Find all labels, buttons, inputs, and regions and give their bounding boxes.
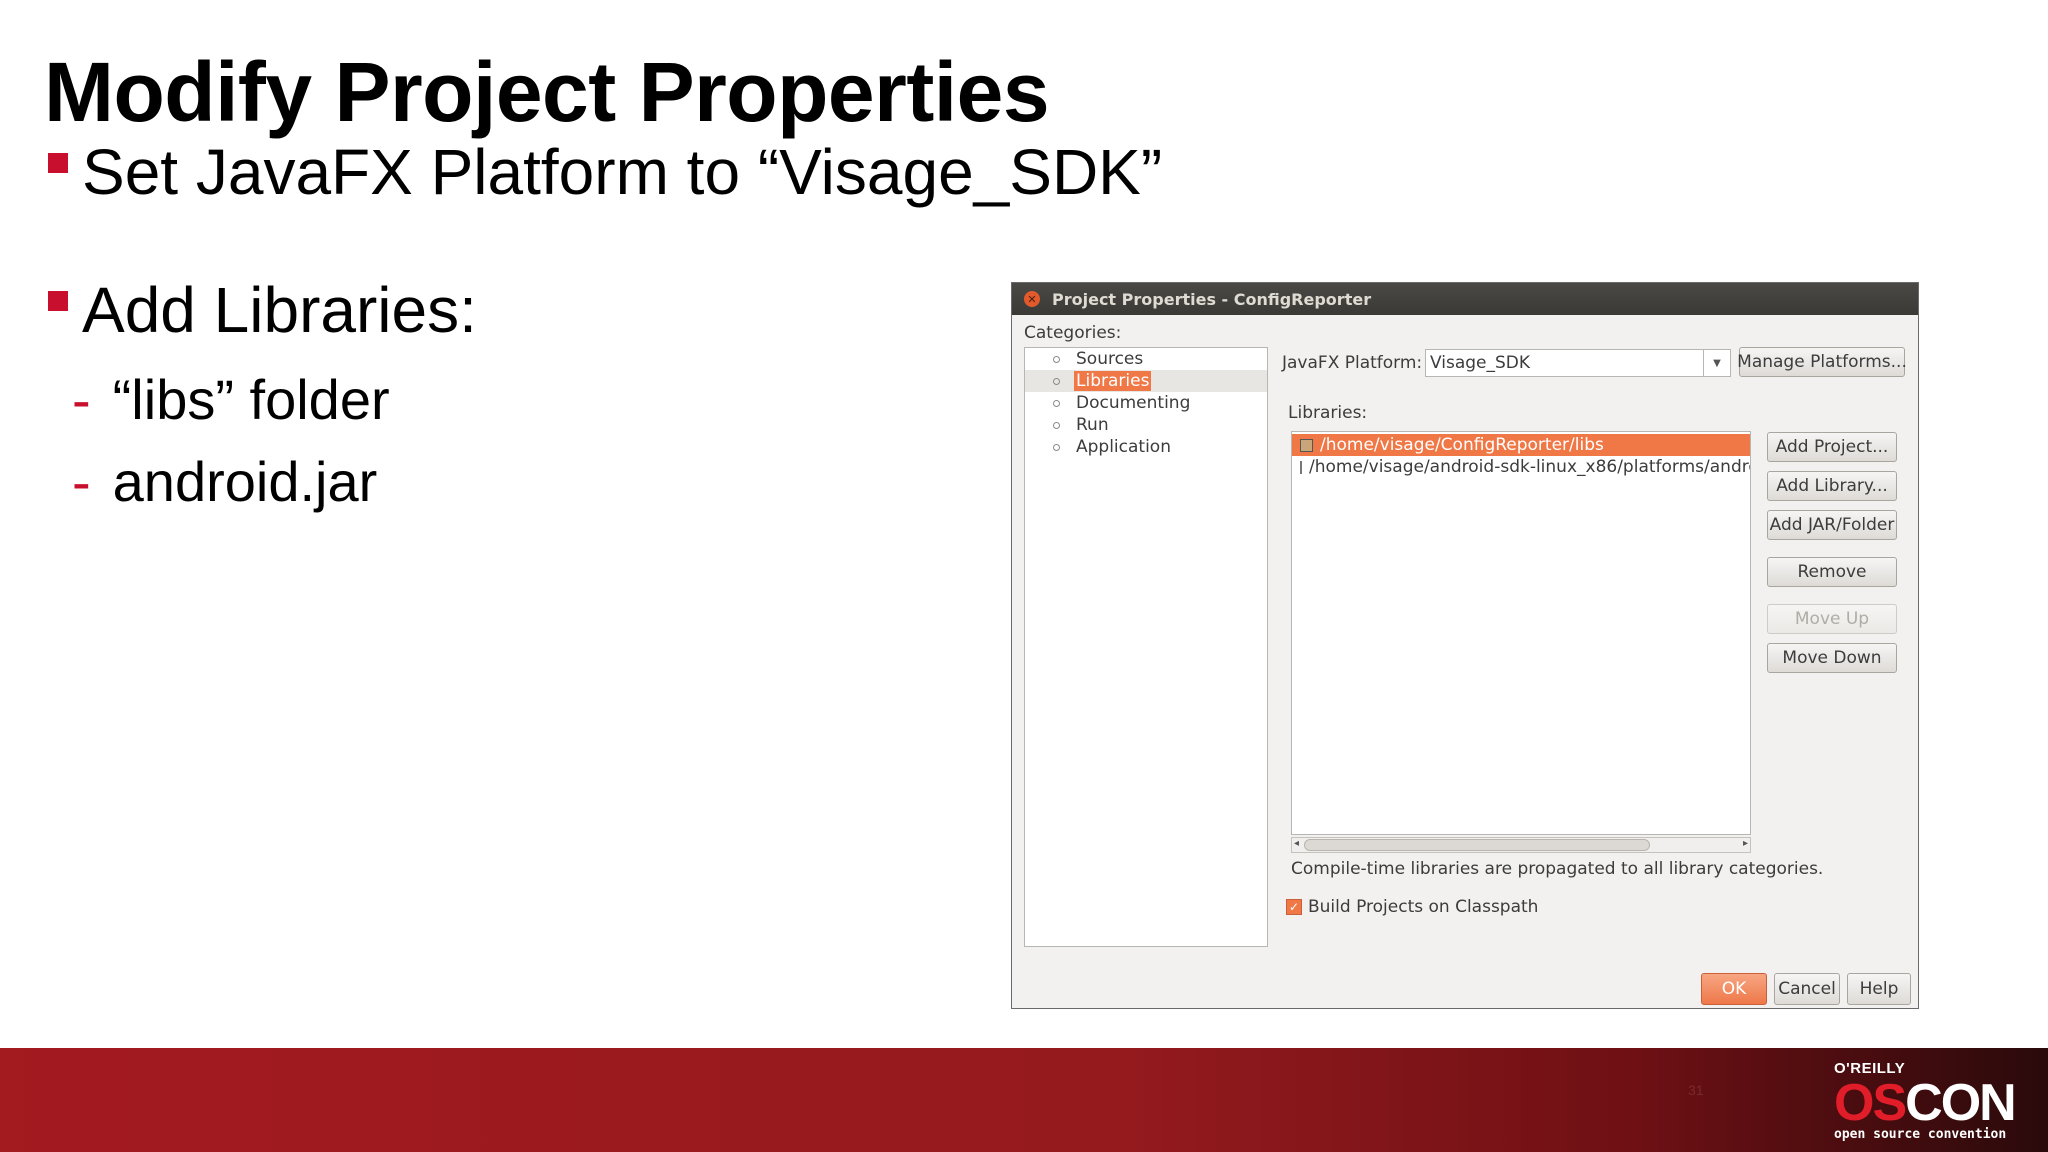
ok-button[interactable]: OK	[1701, 973, 1767, 1005]
category-application[interactable]: Application	[1025, 436, 1267, 458]
categories-label: Categories:	[1024, 323, 1122, 343]
dialog-titlebar[interactable]: ✕ Project Properties - ConfigReporter	[1012, 283, 1918, 315]
libraries-list[interactable]: /home/visage/ConfigReporter/libs /home/v…	[1291, 431, 1751, 835]
dash-icon: -	[72, 368, 91, 431]
add-jar-folder-button[interactable]: Add JAR/Folder	[1767, 510, 1897, 540]
bullet-text: Add Libraries:	[82, 274, 477, 346]
close-icon[interactable]: ✕	[1024, 291, 1040, 307]
remove-button[interactable]: Remove	[1767, 557, 1897, 587]
library-row-libs[interactable]: /home/visage/ConfigReporter/libs	[1292, 434, 1750, 456]
cancel-button[interactable]: Cancel	[1774, 973, 1840, 1005]
sub-bullet-jar: - android.jar	[72, 454, 377, 510]
oscon-con: CON	[1905, 1074, 2017, 1132]
sub-bullet-libs: - “libs” folder	[72, 372, 390, 428]
move-up-button[interactable]: Move Up	[1767, 604, 1897, 634]
library-path: /home/visage/ConfigReporter/libs	[1320, 435, 1604, 455]
bullet-icon	[1053, 377, 1060, 385]
sub-bullet-text: “libs” folder	[112, 368, 390, 431]
oscon-os: OS	[1834, 1074, 1907, 1132]
checkbox-checked-icon[interactable]: ✓	[1286, 899, 1302, 915]
category-documenting[interactable]: Documenting	[1025, 392, 1267, 414]
bullet-text: Set JavaFX Platform to “Visage_SDK”	[82, 136, 1163, 208]
oscon-tagline: open source convention	[1834, 1127, 2007, 1142]
library-path: /home/visage/android-sdk-linux_x86/platf…	[1309, 457, 1751, 477]
platform-value: Visage_SDK	[1430, 353, 1531, 373]
slide-title: Modify Project Properties	[44, 45, 1050, 139]
platform-select[interactable]: Visage_SDK ▼	[1425, 349, 1731, 377]
bullet-libraries: Add Libraries:	[48, 278, 477, 342]
slide-number: 31	[1688, 1082, 1704, 1098]
category-run[interactable]: Run	[1025, 414, 1267, 436]
category-label: Application	[1076, 437, 1171, 457]
bullet-square-icon	[48, 291, 68, 312]
categories-list: Sources Libraries Documenting Run Applic…	[1024, 347, 1268, 947]
bullet-icon	[1053, 421, 1060, 429]
bullet-icon	[1053, 443, 1060, 451]
dialog-title: Project Properties - ConfigReporter	[1052, 289, 1372, 309]
compile-time-note: Compile-time libraries are propagated to…	[1291, 859, 1824, 879]
oscon-logo: O'REILLY OSCON open source convention	[1834, 1060, 2017, 1142]
category-label: Run	[1076, 415, 1109, 435]
footer-bar	[0, 1048, 2048, 1152]
category-label: Sources	[1076, 349, 1144, 369]
help-button[interactable]: Help	[1847, 973, 1911, 1005]
sub-bullet-text: android.jar	[112, 450, 378, 513]
build-on-classpath-row[interactable]: ✓ Build Projects on Classpath	[1286, 897, 1538, 917]
project-properties-dialog: ✕ Project Properties - ConfigReporter Ca…	[1011, 282, 1919, 1009]
add-library-button[interactable]: Add Library...	[1767, 471, 1897, 501]
category-label: Documenting	[1076, 393, 1191, 413]
libraries-horizontal-scrollbar[interactable]: ◂ ▸	[1291, 837, 1751, 853]
scroll-left-icon[interactable]: ◂	[1294, 838, 1299, 849]
platform-label: JavaFX Platform:	[1282, 353, 1423, 373]
manage-platforms-button[interactable]: Manage Platforms...	[1737, 347, 1907, 377]
jar-icon	[1300, 460, 1302, 474]
bullet-icon	[1053, 399, 1060, 407]
oscon-wordmark: OSCON	[1834, 1074, 2017, 1132]
bullet-icon	[1053, 355, 1060, 363]
libraries-label: Libraries:	[1288, 403, 1368, 423]
scrollbar-thumb[interactable]	[1304, 839, 1650, 851]
chevron-down-icon[interactable]: ▼	[1703, 350, 1730, 376]
folder-icon	[1300, 438, 1313, 452]
move-down-button[interactable]: Move Down	[1767, 643, 1897, 673]
scroll-right-icon[interactable]: ▸	[1743, 838, 1748, 849]
bullet-square-icon	[48, 153, 68, 174]
category-label: Libraries	[1074, 371, 1152, 391]
add-project-button[interactable]: Add Project...	[1767, 432, 1897, 462]
bullet-platform: Set JavaFX Platform to “Visage_SDK”	[48, 140, 1162, 204]
category-sources[interactable]: Sources	[1025, 348, 1267, 370]
library-row-android-jar[interactable]: /home/visage/android-sdk-linux_x86/platf…	[1292, 456, 1750, 478]
build-on-classpath-label: Build Projects on Classpath	[1308, 897, 1539, 917]
dash-icon: -	[72, 450, 91, 513]
category-libraries[interactable]: Libraries	[1025, 370, 1267, 392]
